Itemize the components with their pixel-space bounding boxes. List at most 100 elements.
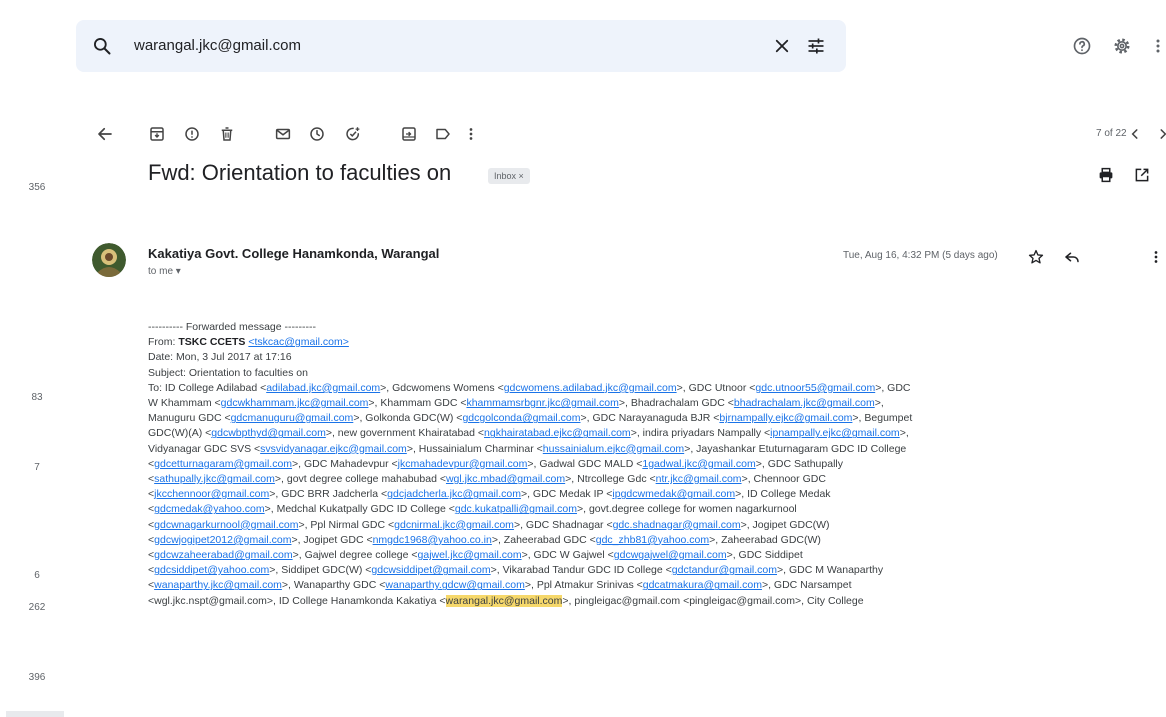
recipient-email-link[interactable]: gdcgolconda@gmail.com: [462, 412, 580, 424]
recipient-text: >, Gadwal GDC MALD <: [527, 457, 643, 470]
recipient-email-link[interactable]: gdcwomens.adilabad.jkc@gmail.com: [504, 382, 677, 394]
report-spam-icon[interactable]: [181, 123, 203, 145]
avatar[interactable]: [92, 243, 126, 277]
delete-icon[interactable]: [216, 123, 238, 145]
search-bar: warangal.jkc@gmail.com: [76, 20, 846, 72]
recipient-email-link[interactable]: gdcwjogipet2012@gmail.com: [154, 534, 291, 546]
recipient-text: >, govt.degree college for women nagarku…: [577, 503, 797, 516]
help-icon[interactable]: [1070, 34, 1094, 58]
pagination-count: 7 of 22: [1096, 128, 1127, 139]
recipient-email-link[interactable]: gdcwzaheerabad@gmail.com: [154, 549, 292, 561]
recipient-email-link[interactable]: gajwel.jkc@gmail.com: [418, 549, 522, 561]
recipient-text: W Khammam <: [148, 397, 221, 410]
recipient-email-link[interactable]: wgl.jkc.mbad@gmail.com: [446, 473, 565, 485]
inbox-label-chip[interactable]: Inbox ×: [488, 168, 530, 184]
recipient-details[interactable]: to me ▾: [148, 266, 181, 277]
add-task-icon[interactable]: [342, 123, 364, 145]
recipient-email-link[interactable]: ntr.jkc@gmail.com: [656, 473, 742, 485]
recipient-email-link[interactable]: ipgdcwmedak@gmail.com: [612, 488, 735, 500]
recipient-email-link[interactable]: wanaparthy.jkc@gmail.com: [154, 579, 282, 591]
recipient-email-link[interactable]: ipnampally.ejkc@gmail.com: [770, 427, 900, 439]
recipient-email-link[interactable]: 1gadwal.jkc@gmail.com: [642, 458, 755, 470]
recipient-text: >, indira priyadars Nampally <: [630, 427, 771, 440]
email-body: ---------- Forwarded message --------- F…: [148, 320, 1160, 609]
recipient-email-link[interactable]: svsvidyanagar.ejkc@gmail.com: [260, 443, 407, 455]
recipient-text: >, Hussainialum Charminar <: [406, 442, 543, 455]
recipient-email-link[interactable]: gdc.shadnagar@gmail.com: [613, 519, 741, 531]
recipient-text: >, GDC Mahadevpur <: [292, 457, 398, 470]
chevron-right-icon[interactable]: [1152, 123, 1166, 145]
recipients-line: To: ID College Adilabad <adilabad.jkc@gm…: [148, 381, 1160, 396]
recipient-email-link[interactable]: gdcjadcherla.jkc@gmail.com: [387, 488, 521, 500]
reply-icon[interactable]: [1060, 245, 1084, 269]
search-match-highlight[interactable]: warangal.jkc@gmail.com: [445, 594, 563, 607]
recipient-email-link[interactable]: gdcwkhammam.jkc@gmail.com: [221, 397, 369, 409]
recipient-text: >, Medchal Kukatpally GDC ID College <: [264, 503, 455, 516]
recipient-text: >, GDC BRR Jadcherla <: [269, 488, 388, 501]
recipient-email-link[interactable]: gdcwgajwel@gmail.com: [614, 549, 727, 561]
open-new-window-icon[interactable]: [1130, 163, 1154, 187]
recipient-email-link[interactable]: gdcwsiddipet@gmail.com: [371, 564, 490, 576]
recipient-email-link[interactable]: gdc.utnoor55@gmail.com: [755, 382, 875, 394]
recipient-email-link[interactable]: gdcatmakura@gmail.com: [643, 579, 762, 591]
recipients-line: <gdcmedak@yahoo.com>, Medchal Kukatpally…: [148, 502, 1160, 517]
recipient-text: >, GDC Siddipet: [726, 549, 803, 562]
subject-line: Subject: Orientation to faculties on: [148, 366, 308, 379]
rail-count: 396: [28, 672, 46, 683]
recipient-email-link[interactable]: gdcetturnagaram@gmail.com: [154, 458, 292, 470]
close-icon[interactable]: [770, 34, 794, 58]
recipient-email-link[interactable]: gdcwnagarkurnool@gmail.com: [154, 519, 298, 531]
recipient-email-link[interactable]: jkcmahadevpur@gmail.com: [398, 458, 528, 470]
recipient-text: >, Jogipet GDC <: [291, 533, 373, 546]
recipient-email-link[interactable]: gdcnirmal.jkc@gmail.com: [394, 519, 514, 531]
recipients-line: <sathupally.jkc@gmail.com>, govt degree …: [148, 472, 1160, 487]
recipient-email-link[interactable]: gdc.kukatpalli@gmail.com: [455, 503, 577, 515]
recipient-email-link[interactable]: gdc_zhb81@yahoo.com: [596, 534, 709, 546]
subject-row: Fwd: Orientation to faculties on Inbox ×: [148, 156, 1166, 196]
recipient-email-link[interactable]: gdcwbpthyd@gmail.com: [211, 427, 326, 439]
recipient-text: >,: [874, 397, 884, 410]
recipient-email-link[interactable]: adilabad.jkc@gmail.com: [266, 382, 380, 394]
recipient-email-link[interactable]: gdcmanuguru@gmail.com: [231, 412, 354, 424]
apps-icon[interactable]: [1150, 34, 1166, 58]
more-options-icon[interactable]: [466, 123, 476, 145]
search-options-icon[interactable]: [804, 34, 828, 58]
recipient-email-link[interactable]: bhadrachalam.jkc@gmail.com: [734, 397, 875, 409]
recipient-email-link[interactable]: jkcchennoor@gmail.com: [154, 488, 269, 500]
recipients-line: <gdcwjogipet2012@gmail.com>, Jogipet GDC…: [148, 533, 1160, 548]
snooze-icon[interactable]: [306, 123, 328, 145]
from-email-link[interactable]: <tskcac@gmail.com>: [248, 336, 349, 348]
back-arrow-icon[interactable]: [94, 123, 116, 145]
recipients-line: W Khammam <gdcwkhammam.jkc@gmail.com>, K…: [148, 396, 1160, 411]
print-icon[interactable]: [1094, 163, 1118, 187]
recipient-email-link[interactable]: wanaparthy.gdcw@gmail.com: [385, 579, 524, 591]
label-icon[interactable]: [432, 123, 454, 145]
mark-unread-icon[interactable]: [272, 123, 294, 145]
more-options-icon[interactable]: [1150, 245, 1162, 269]
recipient-email-link[interactable]: hussainialum.ejkc@gmail.com: [543, 443, 684, 455]
recipient-email-link[interactable]: nmgdc1968@yahoo.co.in: [373, 534, 492, 546]
star-icon[interactable]: [1024, 245, 1048, 269]
search-icon[interactable]: [90, 34, 114, 58]
recipients-list: To: ID College Adilabad <adilabad.jkc@gm…: [148, 381, 1160, 609]
recipients-line: Manuguru GDC <gdcmanuguru@gmail.com>, Go…: [148, 411, 1160, 426]
recipient-email-link[interactable]: ngkhairatabad.ejkc@gmail.com: [484, 427, 631, 439]
chevron-left-icon[interactable]: [1124, 123, 1146, 145]
recipient-email-link[interactable]: bjrnampally.ejkc@gmail.com: [719, 412, 852, 424]
recipient-text: Manuguru GDC <: [148, 412, 231, 425]
move-to-icon[interactable]: [398, 123, 420, 145]
recipient-email-link[interactable]: khammamsrbgnr.jkc@gmail.com: [466, 397, 618, 409]
recipient-email-link[interactable]: gdctandur@gmail.com: [672, 564, 777, 576]
recipients-line: GDC(W)(A) <gdcwbpthyd@gmail.com>, new go…: [148, 426, 1160, 441]
gear-icon[interactable]: [1110, 34, 1134, 58]
rail-scroll-handle[interactable]: [6, 711, 64, 717]
recipient-email-link[interactable]: gdcsiddipet@yahoo.com: [154, 564, 269, 576]
recipient-text: >, GDC Narayanaguda BJR <: [580, 412, 720, 425]
email-date: Tue, Aug 16, 4:32 PM (5 days ago): [843, 250, 998, 261]
archive-icon[interactable]: [146, 123, 168, 145]
recipient-email-link[interactable]: sathupally.jkc@gmail.com: [154, 473, 275, 485]
rail-count: 356: [28, 182, 46, 193]
recipient-text: >, Golkonda GDC(W) <: [353, 412, 463, 425]
recipient-email-link[interactable]: gdcmedak@yahoo.com: [154, 503, 264, 515]
search-input[interactable]: warangal.jkc@gmail.com: [134, 37, 301, 54]
